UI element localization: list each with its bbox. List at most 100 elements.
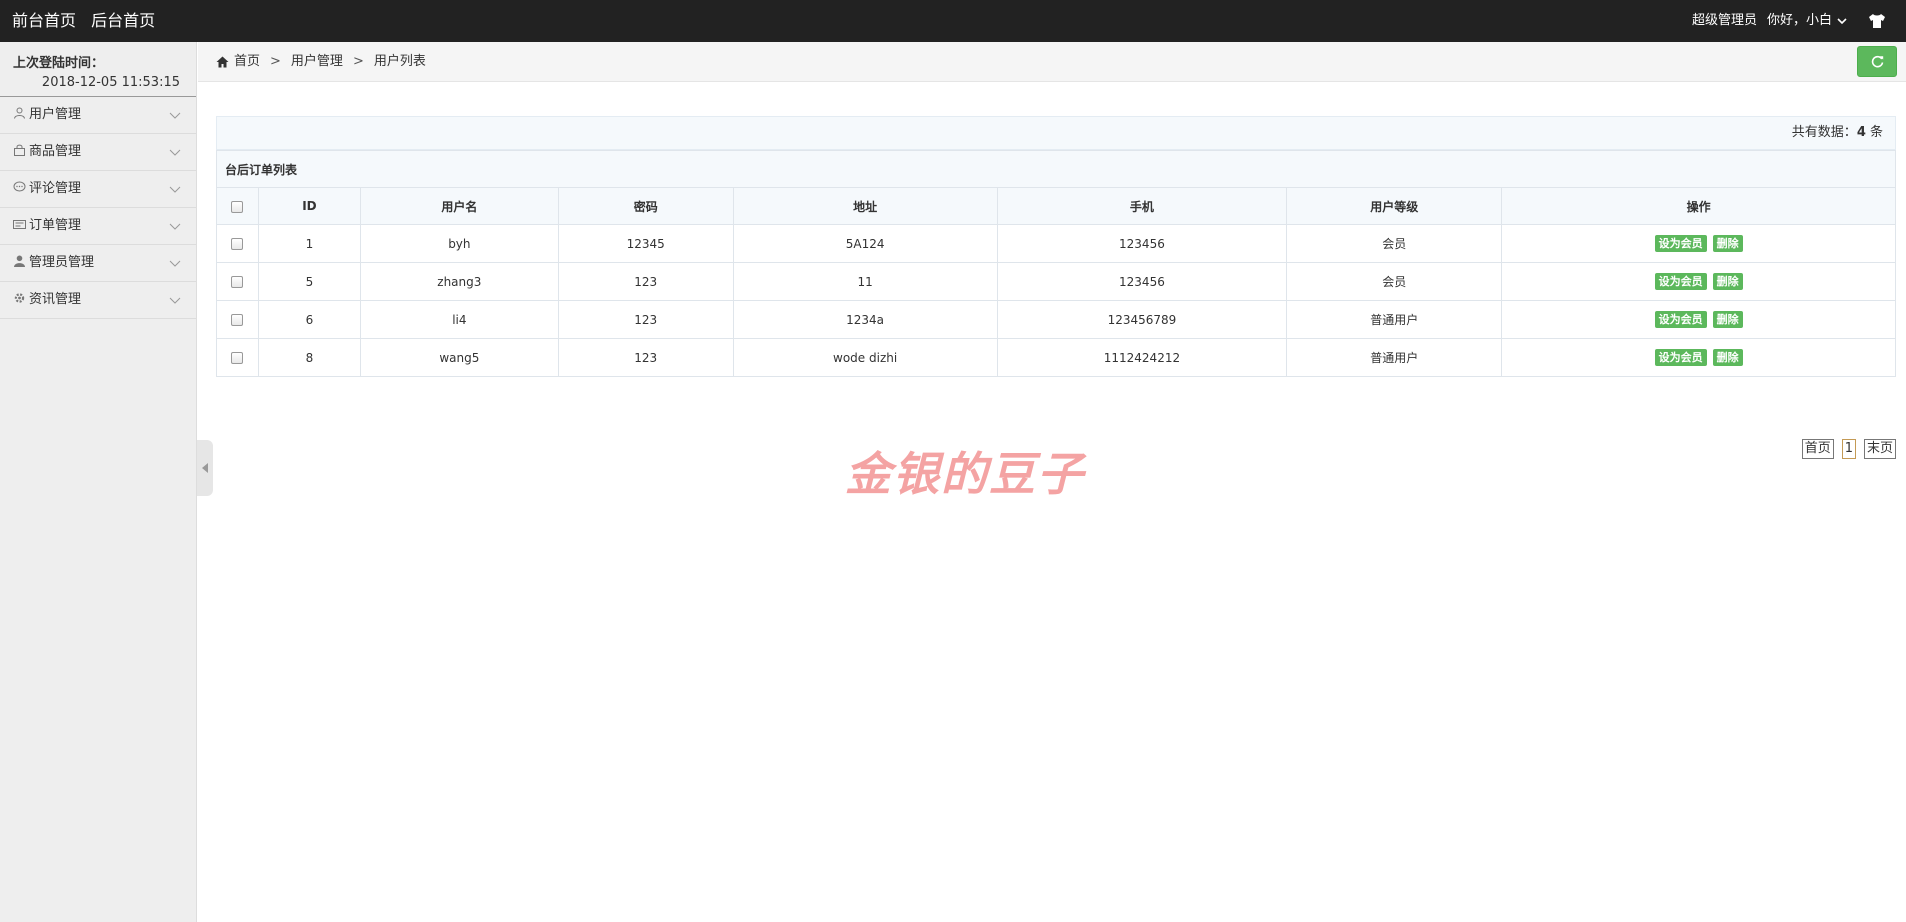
cell-phone: 123456789: [996, 300, 1288, 339]
table-row: 8 wang5 123 wode dizhi 1112424212 普通用户 设…: [216, 338, 1896, 377]
total-count: 4: [1856, 125, 1866, 140]
user-outline-icon: [14, 107, 25, 119]
sidebar-item-product-management[interactable]: 商品管理: [0, 134, 196, 171]
sidebar-item-label: 用户管理: [29, 107, 82, 122]
delete-button[interactable]: 删除: [1712, 273, 1743, 290]
set-member-button[interactable]: 设为会员: [1654, 349, 1707, 366]
breadcrumb-separator: >: [352, 54, 364, 69]
cell-level: 会员: [1286, 224, 1503, 263]
sidebar-item-admin-management[interactable]: 管理员管理: [0, 245, 196, 282]
total-count-bar: 共有数据：4 条: [216, 116, 1896, 150]
skin-shirt-icon[interactable]: [1868, 13, 1886, 29]
current-page-link[interactable]: 1: [1841, 439, 1856, 459]
breadcrumb: 首页 > 用户管理 > 用户列表: [216, 42, 426, 82]
column-header-actions: 操作: [1501, 187, 1896, 225]
cell-password: 123: [557, 300, 734, 339]
chevron-down-icon: [169, 149, 181, 156]
cell-username: wang5: [359, 338, 559, 377]
column-header-username: 用户名: [359, 187, 559, 225]
cell-password: 123: [557, 262, 734, 301]
breadcrumb-home[interactable]: 首页: [234, 42, 260, 82]
sidebar-item-comment-management[interactable]: 评论管理: [0, 171, 196, 208]
row-checkbox[interactable]: [231, 314, 244, 326]
cell-username: byh: [359, 224, 559, 263]
cell-phone: 1112424212: [996, 338, 1288, 377]
delete-button[interactable]: 删除: [1712, 311, 1743, 328]
sidebar-item-label: 评论管理: [29, 181, 82, 196]
chevron-down-icon: [169, 260, 181, 267]
bag-icon: [14, 144, 25, 156]
cell-id: 5: [257, 262, 361, 301]
chevron-down-icon[interactable]: [1836, 15, 1848, 27]
backend-home-link[interactable]: 后台首页: [91, 11, 155, 30]
breadcrumb-bar: 首页 > 用户管理 > 用户列表: [198, 42, 1906, 82]
cell-actions: 设为会员 删除: [1501, 338, 1896, 377]
refresh-icon: [1871, 55, 1884, 68]
sidebar-item-label: 订单管理: [29, 218, 82, 233]
user-table: 台后订单列表 ID 用户名 密码 地址 手机 用户等级 操作 1 byh 123…: [216, 150, 1896, 377]
chevron-down-icon: [169, 223, 181, 230]
last-login-box: 上次登陆时间： 2018-12-05 11:53:15: [0, 42, 196, 97]
breadcrumb-user-management[interactable]: 用户管理: [291, 42, 343, 82]
set-member-button[interactable]: 设为会员: [1654, 235, 1707, 252]
column-header-phone: 手机: [996, 187, 1288, 225]
column-header-level: 用户等级: [1286, 187, 1503, 225]
refresh-button[interactable]: [1857, 46, 1897, 77]
cell-level: 会员: [1286, 262, 1503, 301]
sidebar-item-label: 商品管理: [29, 144, 82, 159]
sidebar-item-label: 资讯管理: [29, 292, 82, 307]
cell-password: 123: [557, 338, 734, 377]
order-icon: [13, 220, 26, 229]
sidebar-collapse-toggle[interactable]: [197, 440, 213, 496]
cell-address: 11: [732, 262, 998, 301]
column-header-password: 密码: [557, 187, 734, 225]
cell-phone: 123456: [996, 262, 1288, 301]
last-login-time: 2018-12-05 11:53:15: [41, 75, 180, 90]
table-header-row: ID 用户名 密码 地址 手机 用户等级 操作: [216, 187, 1896, 225]
sidebar-item-user-management[interactable]: 用户管理: [0, 97, 196, 134]
delete-button[interactable]: 删除: [1712, 349, 1743, 366]
cell-id: 8: [257, 338, 361, 377]
cell-level: 普通用户: [1286, 300, 1503, 339]
watermark-text: 金银的豆子: [845, 447, 1085, 501]
cell-username: zhang3: [359, 262, 559, 301]
user-solid-icon: [14, 255, 25, 267]
first-page-link[interactable]: 首页: [1801, 439, 1834, 459]
user-area: 超级管理员 你好，小白: [1692, 0, 1886, 42]
cell-address: 5A124: [732, 224, 998, 263]
last-page-link[interactable]: 末页: [1863, 439, 1896, 459]
chevron-left-icon: [202, 463, 208, 473]
home-icon: [216, 56, 229, 68]
cell-id: 6: [257, 300, 361, 339]
row-checkbox[interactable]: [231, 352, 244, 364]
breadcrumb-user-list: 用户列表: [373, 54, 426, 69]
delete-button[interactable]: 删除: [1712, 235, 1743, 252]
row-checkbox[interactable]: [231, 276, 244, 288]
column-header-id: ID: [257, 187, 361, 225]
select-all-checkbox[interactable]: [231, 200, 244, 213]
sidebar-item-news-management[interactable]: 资讯管理: [0, 282, 196, 319]
total-suffix: 条: [1865, 125, 1883, 140]
chevron-down-icon: [169, 186, 181, 193]
breadcrumb-separator: >: [270, 54, 281, 69]
user-greeting[interactable]: 你好，小白: [1767, 1, 1832, 41]
gear-icon: [14, 293, 25, 303]
cell-address: 1234a: [732, 300, 998, 339]
table-row: 5 zhang3 123 11 123456 会员 设为会员 删除: [216, 262, 1896, 301]
sidebar-item-label: 管理员管理: [29, 255, 95, 270]
comment-icon: [13, 181, 26, 192]
cell-id: 1: [257, 224, 361, 263]
set-member-button[interactable]: 设为会员: [1654, 311, 1707, 328]
frontend-home-link[interactable]: 前台首页: [12, 11, 76, 30]
table-row: 6 li4 123 1234a 123456789 普通用户 设为会员 删除: [216, 300, 1896, 339]
total-prefix: 共有数据：: [1791, 125, 1857, 140]
cell-password: 12345: [557, 224, 734, 263]
set-member-button[interactable]: 设为会员: [1654, 273, 1707, 290]
cell-username: li4: [359, 300, 559, 339]
sidebar-item-order-management[interactable]: 订单管理: [0, 208, 196, 245]
row-checkbox[interactable]: [231, 238, 244, 250]
pagination: 首页 1 末页: [1794, 439, 1896, 459]
cell-phone: 123456: [996, 224, 1288, 263]
cell-actions: 设为会员 删除: [1501, 262, 1896, 301]
chevron-down-icon: [169, 297, 181, 304]
